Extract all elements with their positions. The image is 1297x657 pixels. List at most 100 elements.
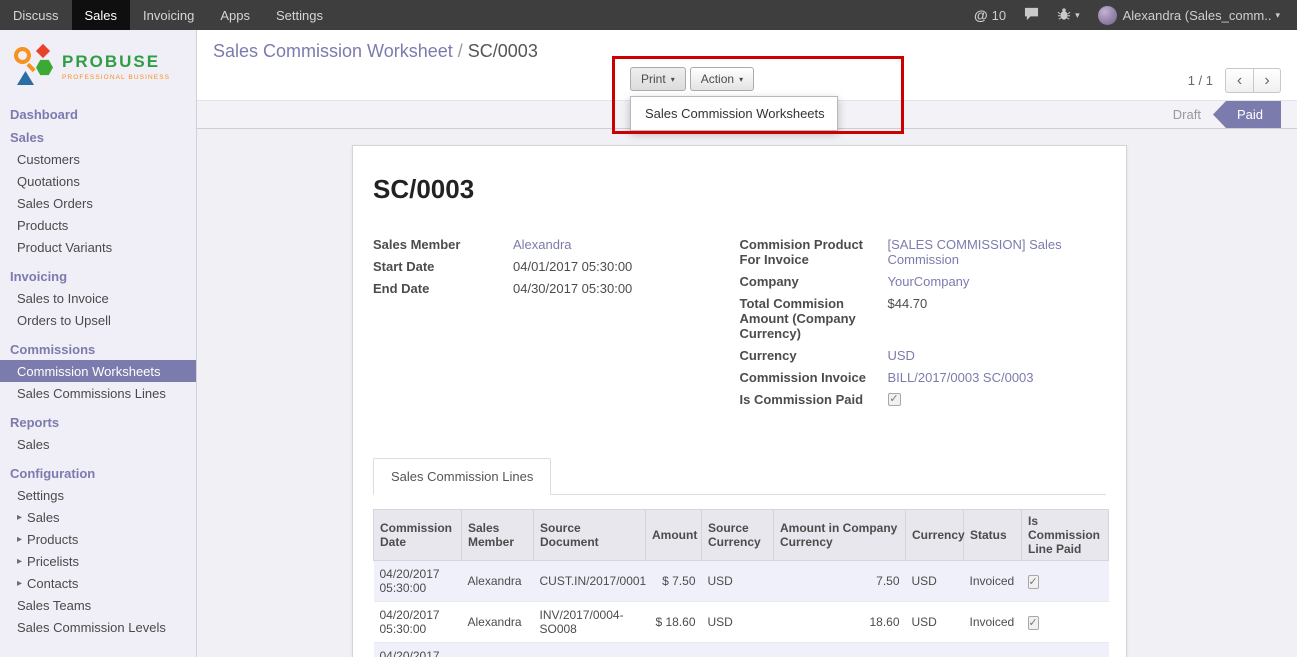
notebook-tabs: Sales Commission Lines	[373, 458, 1106, 495]
line-paid-checkbox[interactable]: ✓	[1028, 575, 1039, 589]
menu-sales[interactable]: Sales	[72, 0, 131, 30]
debug-menu-button[interactable]: ▾	[1048, 0, 1089, 30]
sidebar-section-reports: Reports Sales	[0, 412, 196, 455]
sidebar-item-reports[interactable]: Reports	[0, 412, 196, 433]
print-button[interactable]: Print ▾	[630, 67, 686, 91]
table-row[interactable]: 04/20/2017 05:30:00 Alexandra INV/2017/0…	[374, 602, 1109, 643]
field-label: Company	[740, 274, 888, 289]
sales-member-link[interactable]: Alexandra	[513, 237, 572, 252]
cell-source-currency: USD	[702, 602, 774, 643]
cell-status: Invoiced	[964, 602, 1022, 643]
currency-link[interactable]: USD	[888, 348, 915, 363]
sidebar-section-commissions: Commissions Commission Worksheets Sales …	[0, 339, 196, 404]
print-dropdown-menu: Sales Commission Worksheets	[630, 96, 838, 131]
print-button-label: Print	[641, 72, 666, 86]
cell-line-paid: ✓	[1022, 643, 1109, 657]
col-status[interactable]: Status	[964, 510, 1022, 561]
start-date-value: 04/01/2017 05:30:00	[513, 259, 632, 274]
menu-invoicing[interactable]: Invoicing	[130, 0, 207, 30]
field-label: Commission Invoice	[740, 370, 888, 385]
sidebar-item-sales-teams[interactable]: Sales Teams	[0, 594, 196, 616]
cell-currency: USD	[906, 561, 964, 602]
col-commission-date[interactable]: Commission Date	[374, 510, 462, 561]
cell-status: Invoiced	[964, 643, 1022, 657]
table-row[interactable]: 04/20/2017 10:35:53 Alexandra SO008 $ 18…	[374, 643, 1109, 657]
breadcrumb-parent-link[interactable]: Sales Commission Worksheet	[213, 41, 453, 61]
sidebar-item-config-products[interactable]: ▸ Products	[0, 528, 196, 550]
sidebar-item-orders-to-upsell[interactable]: Orders to Upsell	[0, 309, 196, 331]
cell-date: 04/20/2017 10:35:53	[374, 643, 462, 657]
commission-lines-table: Commission Date Sales Member Source Docu…	[373, 509, 1106, 657]
cell-company-amount: 18.60	[774, 643, 906, 657]
company-link[interactable]: YourCompany	[888, 274, 970, 289]
action-button[interactable]: Action ▾	[690, 67, 754, 91]
menu-discuss[interactable]: Discuss	[0, 0, 72, 30]
probuse-logo: PROBUSE PROFESSIONAL BUSINESS	[0, 30, 196, 102]
form-fields: Sales Member Alexandra Start Date 04/01/…	[373, 237, 1106, 414]
sidebar-item-contacts[interactable]: ▸ Contacts	[0, 572, 196, 594]
sidebar-item-products[interactable]: Products	[0, 214, 196, 236]
pager-next-button[interactable]: ›	[1253, 68, 1281, 93]
sidebar-item-sales-commissions-lines[interactable]: Sales Commissions Lines	[0, 382, 196, 404]
field-is-commission-paid: Is Commission Paid ✓	[740, 392, 1107, 407]
bug-icon	[1057, 7, 1071, 24]
cell-member: Alexandra	[462, 602, 534, 643]
status-paid[interactable]: Paid	[1213, 101, 1281, 128]
col-currency[interactable]: Currency	[906, 510, 964, 561]
sidebar-item-sales-to-invoice[interactable]: Sales to Invoice	[0, 287, 196, 309]
sidebar-item-settings[interactable]: Settings	[0, 484, 196, 506]
sidebar-item-reports-sales[interactable]: Sales	[0, 433, 196, 455]
mentions-button[interactable]: @ 10	[965, 0, 1015, 30]
pager-previous-button[interactable]: ‹	[1225, 68, 1253, 93]
tab-sales-commission-lines[interactable]: Sales Commission Lines	[373, 458, 551, 495]
sidebar-item-commissions[interactable]: Commissions	[0, 339, 196, 360]
commission-invoice-link[interactable]: BILL/2017/0003 SC/0003	[888, 370, 1034, 385]
col-amount[interactable]: Amount	[646, 510, 702, 561]
cell-currency: USD	[906, 602, 964, 643]
sidebar-section-invoicing: Invoicing Sales to Invoice Orders to Ups…	[0, 266, 196, 331]
sidebar-item-configuration[interactable]: Configuration	[0, 463, 196, 484]
col-sales-member[interactable]: Sales Member	[462, 510, 534, 561]
notebook: Sales Commission Lines Commission Date	[373, 458, 1106, 657]
cell-company-amount: 7.50	[774, 561, 906, 602]
toolbar: Print ▾ Action ▾	[630, 67, 754, 91]
sidebar-item-commission-worksheets[interactable]: Commission Worksheets	[0, 360, 196, 382]
sidebar-item-config-sales[interactable]: ▸ Sales	[0, 506, 196, 528]
status-draft[interactable]: Draft	[1161, 101, 1213, 128]
col-amount-company-currency[interactable]: Amount in Company Currency	[774, 510, 906, 561]
layout: PROBUSE PROFESSIONAL BUSINESS Dashboard …	[0, 30, 1297, 657]
table-row[interactable]: 04/20/2017 05:30:00 Alexandra CUST.IN/20…	[374, 561, 1109, 602]
sidebar-item-invoicing[interactable]: Invoicing	[0, 266, 196, 287]
menu-settings[interactable]: Settings	[263, 0, 336, 30]
submenu-arrow-icon: ▸	[17, 556, 22, 567]
topbar: Discuss Sales Invoicing Apps Settings @ …	[0, 0, 1297, 30]
line-paid-checkbox[interactable]: ✓	[1028, 616, 1039, 630]
topbar-menu: Discuss Sales Invoicing Apps Settings	[0, 0, 336, 30]
messages-button[interactable]	[1015, 0, 1048, 30]
sidebar-item-dashboard[interactable]: Dashboard	[0, 104, 196, 125]
sidebar-item-customers[interactable]: Customers	[0, 148, 196, 170]
col-is-commission-line-paid[interactable]: Is Commission Line Paid	[1022, 510, 1109, 561]
sidebar-item-label: Contacts	[27, 576, 78, 591]
caret-down-icon: ▾	[671, 75, 675, 84]
user-menu[interactable]: Alexandra (Sales_comm.. ▾	[1089, 0, 1289, 30]
sidebar-item-sales-orders[interactable]: Sales Orders	[0, 192, 196, 214]
record-title: SC/0003	[373, 174, 1106, 205]
at-icon: @	[974, 7, 988, 23]
commission-product-link[interactable]: [SALES COMMISSION] Sales Commission	[888, 237, 1107, 267]
col-source-currency[interactable]: Source Currency	[702, 510, 774, 561]
content-area: SC/0003 Sales Member Alexandra Start Dat…	[197, 129, 1297, 657]
menu-apps[interactable]: Apps	[207, 0, 263, 30]
caret-down-icon: ▾	[739, 75, 743, 84]
field-currency: Currency USD	[740, 348, 1107, 363]
sidebar-item-sales-commission-levels[interactable]: Sales Commission Levels	[0, 616, 196, 638]
sidebar-item-product-variants[interactable]: Product Variants	[0, 236, 196, 258]
cell-amount: $ 7.50	[646, 561, 702, 602]
sidebar-item-pricelists[interactable]: ▸ Pricelists	[0, 550, 196, 572]
sidebar-item-quotations[interactable]: Quotations	[0, 170, 196, 192]
is-commission-paid-checkbox[interactable]: ✓	[888, 393, 901, 406]
menu-item-sales-commission-worksheets[interactable]: Sales Commission Worksheets	[631, 101, 837, 126]
col-source-document[interactable]: Source Document	[534, 510, 646, 561]
sidebar-item-sales[interactable]: Sales	[0, 127, 196, 148]
cell-member: Alexandra	[462, 643, 534, 657]
